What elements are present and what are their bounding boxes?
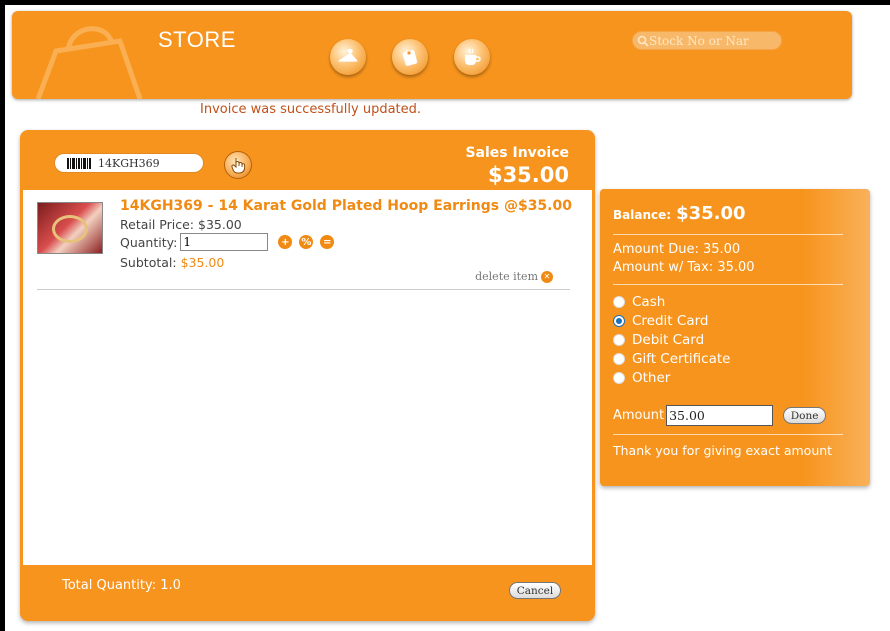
invoice-total: $35.00 bbox=[487, 163, 569, 187]
percent-discount-icon[interactable]: % bbox=[299, 235, 314, 249]
cancel-button[interactable]: Cancel bbox=[509, 582, 561, 599]
balance-value: $35.00 bbox=[676, 203, 746, 224]
coffee-cup-icon bbox=[465, 48, 481, 65]
quantity-input[interactable] bbox=[180, 233, 269, 251]
barcode-icon bbox=[67, 157, 91, 169]
radio-button[interactable] bbox=[613, 295, 625, 308]
hand-pointer-icon bbox=[231, 158, 246, 174]
payment-methods: Cash Credit Card Debit Card Gift Certifi… bbox=[613, 292, 730, 387]
subtotal-row: Subtotal: $35.00 bbox=[120, 255, 224, 270]
radio-button[interactable] bbox=[613, 371, 625, 384]
store-header: STORE bbox=[12, 11, 852, 99]
payment-method-label: Credit Card bbox=[632, 312, 709, 329]
amount-row: Amount Done bbox=[613, 405, 827, 426]
status-message: Invoice was successfully updated. bbox=[200, 102, 422, 117]
search-icon bbox=[637, 35, 649, 47]
payment-method-credit-card[interactable]: Credit Card bbox=[613, 311, 730, 330]
store-title: STORE bbox=[158, 27, 236, 52]
amount-input[interactable] bbox=[666, 405, 774, 426]
total-quantity: Total Quantity: 1.0 bbox=[62, 578, 181, 593]
scan-button[interactable] bbox=[224, 151, 252, 179]
amount-due: Amount Due: 35.00 bbox=[613, 242, 741, 257]
barcode-input[interactable] bbox=[98, 156, 188, 170]
divider bbox=[613, 434, 843, 435]
payment-method-other[interactable]: Other bbox=[613, 368, 730, 387]
tag-icon bbox=[402, 50, 418, 66]
invoice-title: Sales Invoice bbox=[465, 145, 569, 161]
radio-button-selected[interactable] bbox=[613, 314, 625, 327]
radio-button[interactable] bbox=[613, 333, 625, 346]
payment-method-debit-card[interactable]: Debit Card bbox=[613, 330, 730, 349]
search-input[interactable] bbox=[649, 33, 777, 48]
radio-button[interactable] bbox=[613, 352, 625, 365]
amount-label: Amount bbox=[613, 408, 665, 423]
payment-method-gift-certificate[interactable]: Gift Certificate bbox=[613, 349, 730, 368]
product-thumbnail[interactable] bbox=[37, 202, 103, 254]
quantity-row: Quantity: + % = bbox=[120, 233, 335, 251]
divider bbox=[613, 284, 843, 285]
payment-method-cash[interactable]: Cash bbox=[613, 292, 730, 311]
item-divider bbox=[37, 289, 570, 290]
invoice-header: Sales Invoice $35.00 bbox=[20, 130, 595, 190]
invoice-items: 14KGH369 - 14 Karat Gold Plated Hoop Ear… bbox=[23, 190, 592, 565]
retail-price-label: Retail Price: bbox=[120, 217, 194, 232]
shopping-bag-icon bbox=[35, 26, 143, 99]
sales-invoice-panel: Sales Invoice $35.00 14KGH369 - 14 Karat… bbox=[20, 130, 595, 621]
subtotal-label: Subtotal: bbox=[120, 255, 177, 270]
delete-item-label: delete item bbox=[475, 270, 538, 283]
hanger-icon bbox=[338, 49, 358, 62]
amount-with-tax: Amount w/ Tax: 35.00 bbox=[613, 260, 755, 275]
payment-method-label: Gift Certificate bbox=[632, 350, 731, 367]
divider bbox=[613, 234, 843, 235]
balance: Balance: $35.00 bbox=[613, 203, 746, 224]
retail-price-value: $35.00 bbox=[198, 217, 242, 232]
payment-method-label: Cash bbox=[632, 293, 666, 310]
retail-price-row: Retail Price: $35.00 bbox=[120, 217, 242, 232]
payment-method-label: Debit Card bbox=[632, 331, 705, 348]
nav-tags-button[interactable] bbox=[392, 39, 428, 75]
increase-quantity-icon[interactable]: + bbox=[278, 235, 293, 249]
delete-item-link[interactable]: delete item ✕ bbox=[475, 270, 553, 283]
close-icon: ✕ bbox=[541, 270, 553, 283]
nav-cafe-button[interactable] bbox=[454, 39, 490, 75]
window-top-border bbox=[0, 0, 890, 5]
payment-panel: Balance: $35.00 Amount Due: 35.00 Amount… bbox=[600, 189, 870, 486]
item-title[interactable]: 14KGH369 - 14 Karat Gold Plated Hoop Ear… bbox=[120, 198, 572, 214]
subtotal-value: $35.00 bbox=[180, 255, 225, 270]
quantity-label: Quantity: bbox=[120, 234, 178, 250]
barcode-field bbox=[54, 153, 204, 173]
payment-method-label: Other bbox=[632, 369, 671, 386]
nav-apparel-button[interactable] bbox=[330, 39, 366, 75]
payment-note: Thank you for giving exact amount bbox=[613, 443, 833, 458]
window-left-border bbox=[0, 0, 5, 631]
balance-label: Balance: bbox=[613, 208, 672, 222]
done-button[interactable]: Done bbox=[783, 407, 827, 424]
decrease-quantity-icon[interactable]: = bbox=[320, 235, 335, 249]
search-box bbox=[632, 31, 782, 50]
